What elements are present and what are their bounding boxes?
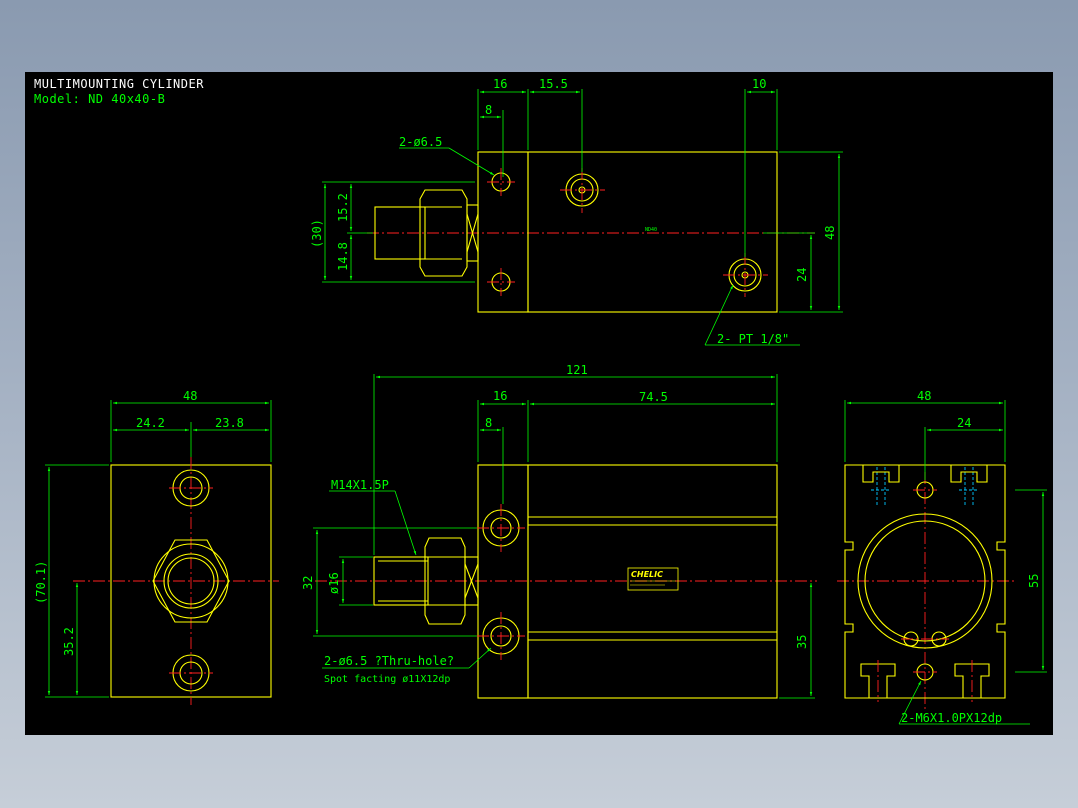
right-end-view: 48 24 55 2-M6X1.0PX12dp [837,389,1047,725]
top-body-mark: ND40 [645,227,657,233]
top-dim-24: 24 [795,268,809,282]
front-dim-32: 32 [301,576,315,590]
front-thread-callout: M14X1.5P [331,478,389,492]
front-cylinder-body [527,464,778,699]
front-dim-35: 35 [795,635,809,649]
top-dim-8: 8 [485,103,492,117]
right-dim-55: 55 [1027,574,1041,588]
right-dim-48: 48 [917,389,931,403]
front-dim-dia16: ø16 [327,572,341,594]
front-dim-16: 16 [493,389,507,403]
drawing-sheet: MULTIMOUNTING CYLINDER Model: ND 40x40-B… [25,72,1053,735]
right-hidden-slot [871,467,891,507]
front-dim-8: 8 [485,416,492,430]
top-dim-15-5: 15.5 [539,77,568,91]
left-dim-35-2: 35.2 [62,627,76,656]
left-dim-48: 48 [183,389,197,403]
front-view: CHELIC 121 16 74.5 8 M14X1.5P 32 ø16 2-ø… [301,363,817,699]
front-logo: CHELIC [631,570,663,579]
top-view: ND40 16 15.5 10 8 2-ø6.5 48 24 2- PT 1/8… [310,77,843,346]
right-dim-24: 24 [957,416,971,430]
right-tap-callout: 2-M6X1.0PX12dp [901,711,1002,725]
front-dim-121: 121 [566,363,588,377]
left-dim-70-1: (70.1) [34,561,48,604]
top-dim-16: 16 [493,77,507,91]
front-hole-note: 2-ø6.5 ?Thru-hole? [324,654,454,668]
top-hole-callout: 2-ø6.5 [399,135,442,149]
top-dim-14-8: 14.8 [336,242,350,271]
top-dim-15-2: 15.2 [336,193,350,222]
top-dim-48: 48 [823,226,837,240]
top-dim-10: 10 [752,77,766,91]
cad-drawing: .o{fill:none;stroke:#ffff00;stroke-width… [34,77,1047,725]
left-end-view: 48 24.2 23.8 (70.1) 35.2 [34,389,279,705]
top-port-callout: 2- PT 1/8" [717,332,789,346]
left-dim-24-2: 24.2 [136,416,165,430]
left-dim-23-8: 23.8 [215,416,244,430]
front-dim-74-5: 74.5 [639,390,668,404]
top-dim-30: (30) [310,219,324,248]
front-spotface-note: Spot facting ø11X12dp [324,674,450,685]
